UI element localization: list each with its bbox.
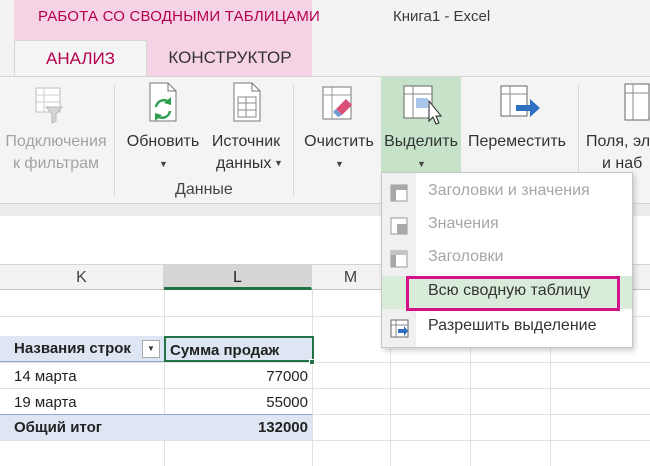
clear-label: Очистить — [304, 133, 374, 150]
chevron-down-icon: ▼ — [274, 158, 283, 168]
pivot-grand-total-label[interactable]: Общий итог — [14, 415, 162, 441]
column-header-m[interactable]: M — [312, 265, 390, 290]
column-header-k[interactable]: K — [0, 265, 164, 290]
menu-item-label: Значения — [428, 215, 499, 232]
pivot-row-label[interactable]: 14 марта — [14, 364, 162, 390]
filter-dropdown-icon[interactable]: ▼ — [142, 340, 160, 358]
ribbon-divider — [114, 85, 115, 197]
chevron-down-icon: ▼ — [417, 159, 426, 169]
change-data-source-button[interactable]: Источник данных ▼ — [204, 77, 288, 193]
pivot-row-value[interactable]: 55000 — [164, 390, 308, 416]
move-pivot-label: Переместить — [467, 133, 567, 150]
menu-item-label: Разрешить выделение — [428, 317, 597, 334]
refresh-label: Обновить — [126, 133, 200, 150]
menu-item-values[interactable]: Значения — [382, 209, 632, 242]
tab-analyze[interactable]: АНАЛИЗ — [14, 40, 147, 77]
menu-item-label: Заголовки — [428, 248, 504, 265]
menu-item-labels-and-values[interactable]: Заголовки и значения — [382, 176, 632, 209]
pivot-row-label[interactable]: 19 марта — [14, 390, 162, 416]
select-icon — [401, 83, 445, 132]
values-icon — [390, 217, 408, 240]
data-source-label-2: данных — [216, 155, 272, 172]
labels-values-icon — [390, 184, 408, 207]
filter-connections-label-2: к фильтрам — [12, 155, 100, 172]
menu-item-labels[interactable]: Заголовки — [382, 242, 632, 275]
menu-item-enable-selection[interactable]: Разрешить выделение — [382, 311, 632, 344]
fields-items-label-1: Поля, эл — [586, 133, 650, 150]
tab-design[interactable]: КОНСТРУКТОР — [154, 40, 306, 77]
select-label: Выделить — [384, 133, 458, 150]
data-source-label-1: Источник — [211, 133, 281, 150]
pivot-row-value[interactable]: 77000 — [164, 364, 308, 390]
ribbon-divider — [293, 85, 294, 197]
chevron-down-icon: ▼ — [335, 159, 344, 169]
fields-items-icon — [622, 81, 650, 130]
refresh-icon — [144, 81, 184, 130]
fill-handle[interactable] — [309, 359, 315, 365]
column-header-l[interactable]: L — [164, 265, 312, 290]
title-bar: РАБОТА СО СВОДНЫМИ ТАБЛИЦАМИ Книга1 - Ex… — [0, 0, 650, 77]
fields-items-label-2: и наб — [602, 155, 643, 172]
grid-line — [0, 362, 650, 363]
refresh-button[interactable]: Обновить ▼ — [122, 77, 204, 193]
labels-icon — [390, 250, 408, 273]
select-dropdown-menu: Заголовки и значения Значения Заголовки … — [381, 172, 633, 348]
filter-connections-icon — [28, 85, 68, 130]
pivot-grand-total-value[interactable]: 132000 — [164, 415, 308, 441]
chevron-down-icon: ▼ — [159, 159, 168, 169]
clear-button[interactable]: Очистить ▼ — [298, 77, 380, 193]
data-source-icon — [226, 81, 266, 130]
highlight-box — [406, 276, 620, 311]
group-label-data: Данные — [175, 181, 233, 198]
menu-item-label: Заголовки и значения — [428, 182, 590, 199]
filter-connections-button[interactable]: Подключения к фильтрам — [0, 77, 112, 193]
window-title: Книга1 - Excel — [393, 8, 491, 25]
enable-selection-icon — [390, 319, 410, 344]
pivot-tools-label: РАБОТА СО СВОДНЫМИ ТАБЛИЦАМИ — [38, 8, 321, 25]
move-pivot-icon — [498, 83, 542, 128]
pivot-row-labels-header[interactable]: Названия строк — [0, 336, 164, 362]
clear-icon — [318, 83, 358, 128]
pivot-value-header[interactable]: Сумма продаж — [164, 336, 314, 362]
filter-connections-label-1: Подключения — [5, 133, 107, 150]
